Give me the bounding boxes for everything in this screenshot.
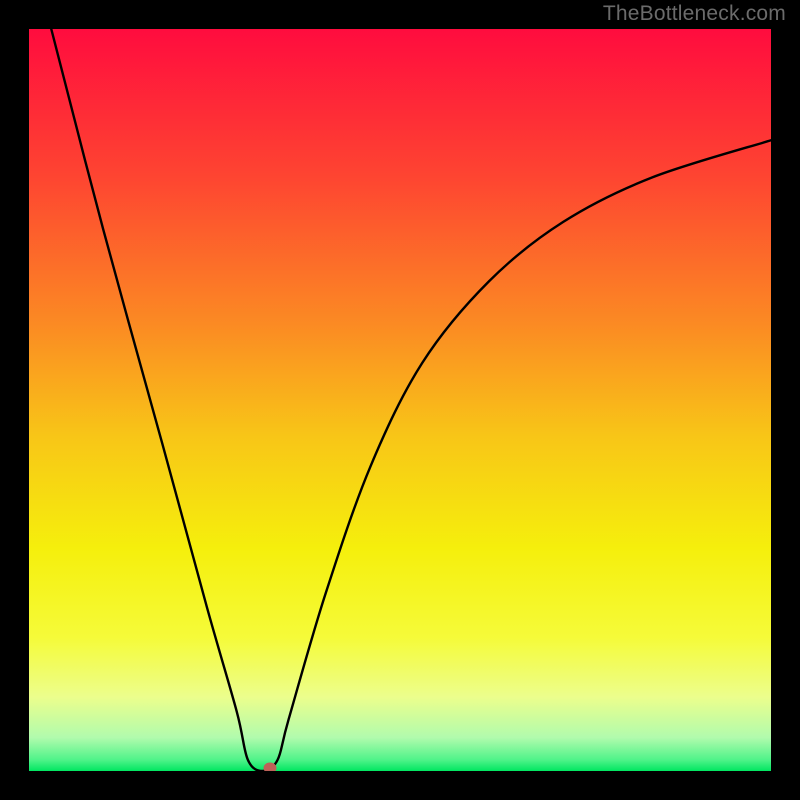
curve-svg — [29, 29, 771, 771]
plot-area — [29, 29, 771, 771]
optimum-marker — [264, 763, 277, 772]
bottleneck-curve — [51, 29, 771, 771]
watermark: TheBottleneck.com — [603, 2, 786, 26]
